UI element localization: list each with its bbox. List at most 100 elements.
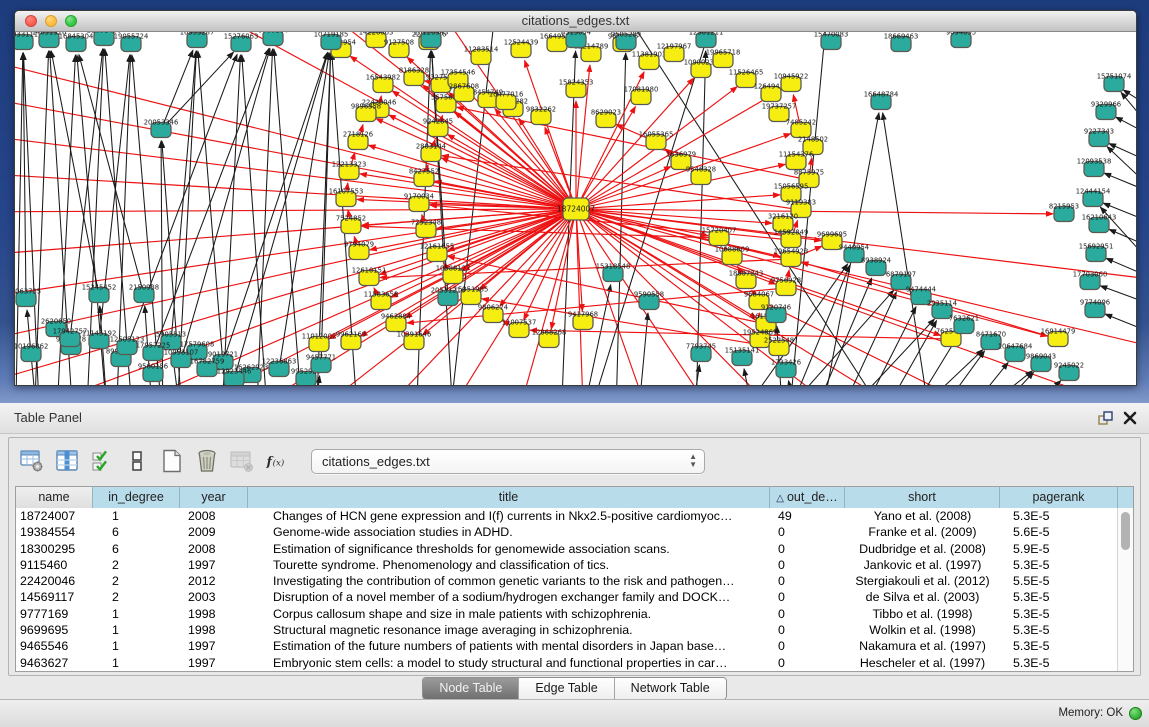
tab-network-table[interactable]: Network Table: [615, 678, 726, 699]
graph-node[interactable]: 2803144: [416, 143, 446, 162]
table-settings-icon[interactable]: [19, 448, 45, 474]
column-header-out_de[interactable]: △out_de…: [770, 487, 845, 508]
graph-node[interactable]: 8427552: [409, 168, 439, 187]
tab-node-table[interactable]: Node Table: [423, 678, 519, 699]
column-select-icon[interactable]: [54, 448, 80, 474]
network-graph-canvas[interactable]: 1872400789129541422606391275082226805616…: [15, 32, 1136, 385]
graph-node[interactable]: 11381903: [632, 51, 667, 70]
graph-node[interactable]: 2718126: [343, 131, 373, 150]
graph-node[interactable]: 12868268: [532, 329, 567, 348]
table-row[interactable]: 946362711997Embryonic stem cells: a mode…: [16, 655, 1118, 671]
graph-node[interactable]: 16648784: [864, 91, 899, 110]
graph-node[interactable]: 16210643: [1082, 214, 1117, 233]
graph-node[interactable]: 16107553: [329, 188, 364, 207]
table-selector[interactable]: citations_edges.txt ▲▼: [311, 449, 705, 474]
graph-node[interactable]: 9546328: [686, 166, 716, 185]
window-titlebar[interactable]: citations_edges.txt: [15, 11, 1136, 32]
graph-node[interactable]: 7252348: [411, 219, 441, 238]
graph-node[interactable]: 10391646: [397, 331, 432, 350]
column-header-name[interactable]: name: [16, 487, 93, 508]
graph-node[interactable]: 9127508: [384, 39, 414, 58]
graph-node[interactable]: 10196862: [15, 343, 48, 362]
graph-node[interactable]: 9094095: [946, 32, 976, 48]
graph-node[interactable]: 9560156: [138, 363, 168, 382]
graph-node[interactable]: 12524439: [504, 39, 539, 58]
graph-node[interactable]: 15245452: [82, 284, 117, 303]
graph-node[interactable]: 9756928: [771, 277, 801, 296]
graph-node[interactable]: 12213323: [332, 161, 367, 180]
graph-node[interactable]: 8186328: [399, 67, 429, 86]
column-header-year[interactable]: year: [180, 487, 248, 508]
graph-node[interactable]: 18669463: [884, 33, 919, 52]
graph-node[interactable]: 1733426: [771, 359, 801, 378]
close-panel-icon[interactable]: [1121, 410, 1139, 426]
graph-node[interactable]: 9063735: [15, 288, 41, 307]
graph-node[interactable]: 15470083: [814, 32, 849, 50]
table-row[interactable]: 1830029562008Estimation of significance …: [16, 541, 1118, 557]
float-panel-icon[interactable]: [1097, 410, 1115, 426]
column-header-pagerank[interactable]: pagerank: [1000, 487, 1118, 508]
table-row[interactable]: 977716911998Corpus callosum shape and si…: [16, 606, 1118, 622]
table-row[interactable]: 1938455462009Genome-wide association stu…: [16, 524, 1118, 540]
graph-node[interactable]: 12161655: [420, 243, 455, 262]
column-header-short[interactable]: short: [845, 487, 1000, 508]
graph-node[interactable]: 2522548: [764, 337, 794, 356]
column-header-title[interactable]: title: [248, 487, 770, 508]
graph-node[interactable]: 9462894: [381, 313, 411, 332]
table-row[interactable]: 1456911722003Disruption of a novel membe…: [16, 589, 1118, 605]
graph-node[interactable]: 9590558: [634, 291, 664, 310]
graph-node[interactable]: 19055724: [114, 33, 149, 52]
graph-node[interactable]: 11154376: [779, 151, 814, 170]
graph-node[interactable]: 9794079: [344, 241, 374, 260]
table-row[interactable]: 946554611997Estimation of the future num…: [16, 638, 1118, 654]
table-row[interactable]: 2242004622012Investigating the contribut…: [16, 573, 1118, 589]
graph-node[interactable]: 9869043: [1026, 353, 1056, 372]
table-vertical-scrollbar[interactable]: [1117, 508, 1133, 671]
graph-node[interactable]: 6466164: [258, 32, 288, 46]
scrollbar-thumb[interactable]: [1121, 512, 1130, 550]
graph-node-label: 16782759: [190, 358, 225, 366]
graph-node[interactable]: 12361211: [689, 32, 724, 48]
graph-node[interactable]: 9962169: [336, 331, 366, 350]
row-check-icon[interactable]: [89, 448, 115, 474]
graph-node[interactable]: 9417968: [568, 311, 598, 330]
graph-node[interactable]: 7524852: [336, 215, 366, 234]
graph-node-label: 9774096: [1080, 299, 1110, 307]
column-header-in_degree[interactable]: in_degree: [93, 487, 180, 508]
graph-node[interactable]: 9832262: [526, 106, 556, 125]
delete-column-icon[interactable]: [229, 448, 255, 474]
table-cell: 14569117: [16, 589, 93, 605]
graph-node[interactable]: 16953287: [180, 32, 215, 48]
graph-node-label: 12361211: [689, 32, 724, 37]
table-row[interactable]: 1872400712008Changes of HCN gene express…: [16, 508, 1118, 524]
graph-node[interactable]: 16914479: [1041, 328, 1076, 347]
graph-node-label: 8629023: [591, 109, 621, 117]
table-cell: Tibbo et al. (1998): [845, 606, 1000, 622]
graph-node[interactable]: 11012002: [302, 333, 337, 352]
graph-node[interactable]: 12610151: [352, 267, 387, 286]
graph-node[interactable]: 9245022: [1054, 362, 1084, 381]
graph-node[interactable]: 15276063: [224, 33, 259, 52]
graph-node[interactable]: 15751074: [1097, 73, 1132, 92]
graph-node[interactable]: 9329966: [1091, 101, 1121, 120]
graph-node[interactable]: 15135141: [725, 347, 760, 366]
graph-node[interactable]: 18807243: [729, 270, 764, 289]
table-row[interactable]: 911546021997Tourette syndrome. Phenomeno…: [16, 557, 1118, 573]
table-cell: 0: [770, 638, 845, 654]
graph-node[interactable]: 2150938: [129, 284, 159, 303]
tab-edge-table[interactable]: Edge Table: [519, 678, 614, 699]
graph-node[interactable]: 16055365: [639, 131, 674, 150]
delete-table-icon[interactable]: [194, 448, 220, 474]
graph-node[interactable]: 9170034: [404, 193, 434, 212]
graph-node[interactable]: 8215953: [1049, 203, 1079, 222]
graph-node[interactable]: 16543982: [366, 74, 401, 93]
function-builder-icon[interactable]: f (x): [264, 448, 290, 474]
table-cell: Yano et al. (2008): [845, 508, 1000, 524]
combo-stepper-icon: ▲▼: [689, 453, 697, 469]
table-row[interactable]: 969969511998Structural magnetic resonanc…: [16, 622, 1118, 638]
merge-rows-icon[interactable]: [124, 448, 150, 474]
graph-node[interactable]: 11283514: [464, 46, 499, 65]
graph-node[interactable]: 16845304: [59, 33, 94, 52]
graph-node[interactable]: 7793745: [686, 343, 716, 362]
new-document-icon[interactable]: [159, 448, 185, 474]
